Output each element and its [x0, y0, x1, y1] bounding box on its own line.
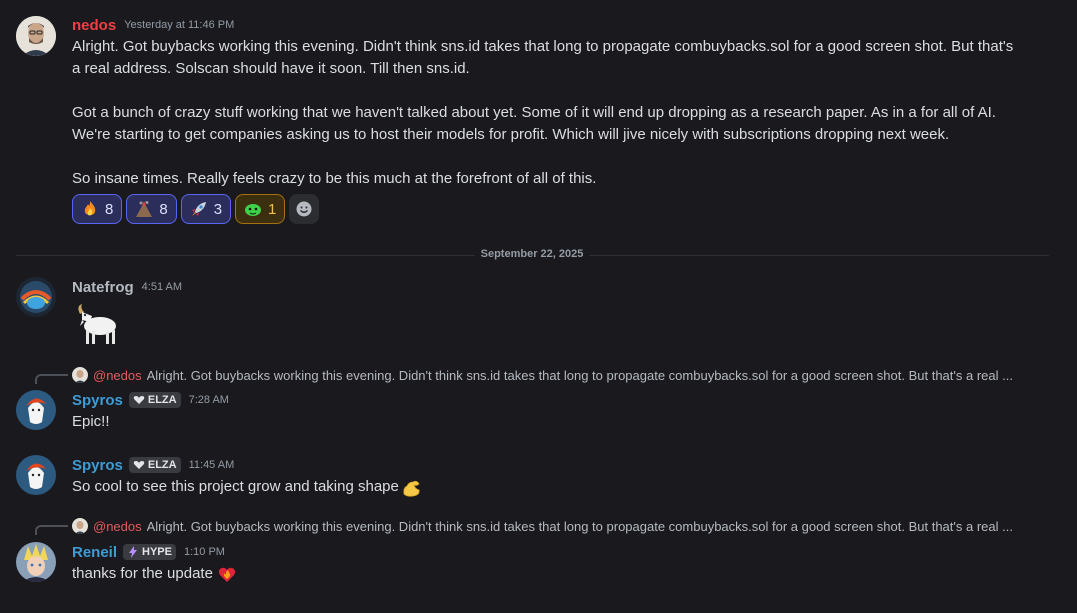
role-badge[interactable]: ELZA [128, 392, 181, 408]
message-line: a real address. Solscan should have it s… [72, 60, 470, 77]
timestamp: 1:10 PM [183, 546, 225, 558]
add-reaction-button[interactable] [289, 194, 320, 224]
message-line: We're starting to get companies asking u… [72, 126, 950, 143]
role-badge-label: HYPE [142, 546, 172, 558]
message-text: Epic!! [72, 413, 110, 430]
avatar[interactable] [16, 390, 56, 430]
reaction-volcano[interactable]: 8 [126, 194, 177, 224]
fire-icon [81, 200, 99, 218]
reply-avatar [72, 367, 88, 383]
reply-preview[interactable]: @nedos Alright. Got buybacks working thi… [72, 517, 1057, 535]
smiley-add-icon [295, 200, 313, 218]
timestamp: Yesterday at 11:46 PM [124, 19, 235, 31]
timestamp: 11:45 AM [188, 459, 235, 471]
message-body: So cool to see this project grow and tak… [72, 478, 399, 495]
message-line: Alright. Got buybacks working this eveni… [72, 38, 1014, 55]
author-name[interactable]: Spyros [72, 392, 123, 409]
reaction-count: 3 [213, 200, 223, 218]
message-text: Alright. Got buybacks working this eveni… [72, 36, 1057, 190]
reactions-bar: 8 8 3 1 [72, 194, 1057, 224]
rocket-icon [190, 200, 208, 218]
message-line [72, 80, 1057, 102]
message-body: thanks for the update [72, 565, 213, 582]
reply-mention[interactable]: @nedos [93, 519, 142, 534]
author-name[interactable]: Natefrog [72, 279, 134, 296]
role-badge-label: ELZA [147, 459, 177, 471]
avatar[interactable] [16, 542, 56, 582]
role-badge[interactable]: ELZA [128, 457, 181, 473]
reply-text: Alright. Got buybacks working this eveni… [146, 367, 1013, 383]
heart-icon [133, 461, 145, 469]
lightning-icon [129, 546, 138, 558]
reply-preview[interactable]: @nedos Alright. Got buybacks working thi… [72, 366, 1057, 384]
goat-emoji [72, 300, 120, 348]
date-divider-label: September 22, 2025 [474, 248, 590, 260]
message-text: thanks for the update [72, 563, 1057, 585]
green-blob-icon [244, 200, 262, 218]
role-badge-label: ELZA [147, 394, 177, 406]
timestamp: 4:51 AM [141, 281, 183, 293]
reaction-count: 8 [159, 200, 168, 218]
reply-spine [35, 374, 68, 384]
author-name[interactable]: Reneil [72, 544, 117, 561]
message-line [72, 146, 1057, 168]
author-name[interactable]: Spyros [72, 457, 123, 474]
reaction-count: 8 [105, 200, 114, 218]
date-divider: September 22, 2025 [0, 248, 1064, 260]
reaction-rocket[interactable]: 3 [180, 194, 232, 224]
avatar[interactable] [16, 455, 56, 495]
timestamp: 7:28 AM [188, 394, 229, 406]
avatar[interactable] [16, 277, 56, 317]
message-text: So cool to see this project grow and tak… [72, 476, 1057, 498]
role-badge[interactable]: HYPE [123, 544, 176, 560]
message-line: So insane times. Really feels crazy to b… [72, 170, 597, 187]
message-line: Got a bunch of crazy stuff working that … [72, 104, 996, 121]
reaction-fire[interactable]: 8 [72, 194, 123, 224]
reply-avatar [72, 518, 88, 534]
heart-on-fire-icon [217, 564, 237, 584]
goat-icon [78, 304, 116, 344]
flexed-bicep-icon [401, 476, 423, 498]
reaction-count: 1 [268, 200, 277, 218]
heart-icon [133, 396, 145, 404]
author-name[interactable]: nedos [72, 17, 116, 34]
volcano-icon [135, 200, 153, 218]
reply-mention[interactable]: @nedos [93, 368, 142, 383]
reaction-green-blob[interactable]: 1 [235, 194, 286, 224]
avatar[interactable] [16, 16, 56, 56]
reply-spine [35, 525, 68, 535]
reply-text: Alright. Got buybacks working this eveni… [146, 518, 1013, 534]
